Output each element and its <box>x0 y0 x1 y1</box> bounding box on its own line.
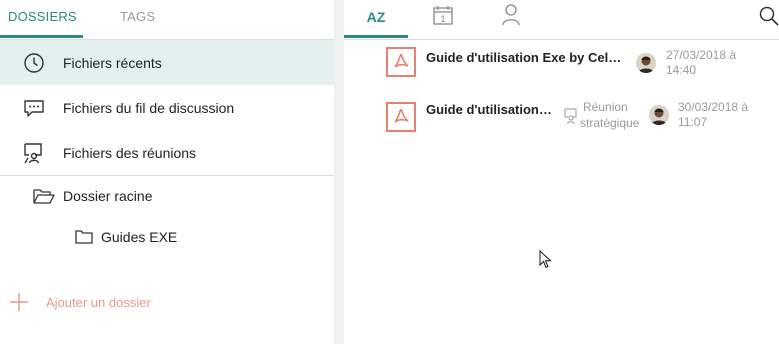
folder-label: Dossier racine <box>63 188 153 204</box>
sort-tab-bar: AZ 1 <box>344 0 779 40</box>
nav-item-label: Fichiers des réunions <box>63 144 197 161</box>
calendar-icon: 1 <box>433 6 453 25</box>
nav-item-label: Fichiers du fil de discussion <box>63 99 235 116</box>
nav-item-discussion-files[interactable]: Fichiers du fil de discussion <box>0 85 334 130</box>
file-name: Guide d'utilisation… <box>426 102 552 117</box>
plus-icon <box>10 293 28 311</box>
avatar <box>649 105 669 125</box>
nav-item-label: Fichiers récents <box>63 54 162 71</box>
pdf-icon <box>386 47 416 77</box>
folder-icon <box>75 230 93 244</box>
meeting-icon <box>564 108 577 125</box>
search-button[interactable] <box>758 5 779 27</box>
presentation-icon <box>24 143 42 164</box>
active-tab-indicator <box>344 35 408 38</box>
left-tab-bar: DOSSIERS TAGS <box>0 0 334 40</box>
meeting-label: Réunion <box>583 100 628 114</box>
file-name: Guide d'utilisation Exe by Cell… <box>426 50 622 65</box>
tab-sort-author[interactable] <box>501 3 525 27</box>
folder-label: Guides EXE <box>101 229 178 245</box>
meeting-label-line2: stratégique <box>580 116 640 130</box>
avatar <box>636 53 656 73</box>
nav-item-meeting-files[interactable]: Fichiers des réunions <box>0 130 334 175</box>
folder-guides-exe[interactable]: Guides EXE <box>75 225 177 249</box>
file-date: 27/03/2018 à <box>666 48 737 62</box>
pdf-icon <box>386 102 416 132</box>
add-folder-label: Ajouter un dossier <box>46 294 151 310</box>
active-tab-indicator <box>0 35 83 38</box>
calendar-day: 1 <box>440 14 445 24</box>
divider <box>0 175 334 176</box>
chat-bubble-icon <box>24 100 44 117</box>
person-icon <box>502 4 520 26</box>
folder-open-icon <box>33 189 55 204</box>
file-row[interactable]: Guide d'utilisation… Réunion stratégique… <box>344 92 779 137</box>
tab-sort-date[interactable]: 1 <box>432 4 456 28</box>
file-date: 30/03/2018 à <box>678 100 749 114</box>
file-time: 11:07 <box>678 115 708 129</box>
folder-root[interactable]: Dossier racine <box>33 184 152 208</box>
panel-gutter <box>334 0 344 344</box>
files-panel: AZ 1 Guide d'utilisation Exe by Cell… 27… <box>344 0 779 344</box>
clock-icon <box>24 53 44 73</box>
folders-panel: DOSSIERS TAGS Fichiers récents Fichiers … <box>0 0 335 344</box>
search-icon <box>759 6 779 26</box>
tab-sort-alphabetical[interactable]: AZ <box>344 0 408 38</box>
mouse-cursor-icon <box>539 250 552 269</box>
file-time: 14:40 <box>666 63 697 77</box>
nav-item-recent-files[interactable]: Fichiers récents <box>0 40 334 85</box>
tab-dossiers[interactable]: DOSSIERS <box>8 0 77 39</box>
add-folder-button[interactable]: Ajouter un dossier <box>8 290 151 314</box>
tab-tags[interactable]: TAGS <box>120 0 155 39</box>
file-row[interactable]: Guide d'utilisation Exe by Cell… 27/03/2… <box>344 40 779 85</box>
